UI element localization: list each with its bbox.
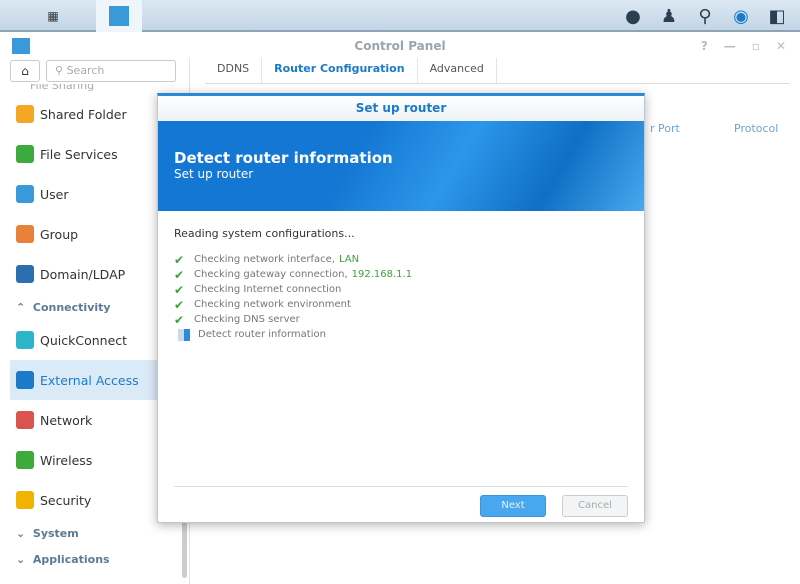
close-button[interactable]: ✕ <box>776 34 786 58</box>
sidebar-item-label: User <box>40 186 69 202</box>
user-icon <box>16 185 34 203</box>
quickconnect-icon <box>16 331 34 349</box>
desktop-icon[interactable]: ◧ <box>764 6 790 27</box>
sidebar-item-label: QuickConnect <box>40 332 128 348</box>
step-value: LAN <box>338 254 360 265</box>
section-system[interactable]: ⌄ System <box>0 520 189 546</box>
domain-ldap-icon <box>16 265 34 283</box>
group-icon <box>16 225 34 243</box>
dialog-subheading: Set up router <box>174 167 254 181</box>
step-text: Checking DNS server <box>194 314 300 325</box>
loading-icon <box>178 328 190 341</box>
column-port[interactable]: r Port <box>650 122 680 135</box>
security-icon <box>16 491 34 509</box>
step-text: Checking Internet connection <box>194 284 342 295</box>
next-button[interactable]: Next <box>480 495 546 517</box>
sidebar-item-label: Group <box>40 226 79 242</box>
external-access-icon <box>16 371 34 389</box>
section-applications[interactable]: ⌄ Applications <box>0 546 189 572</box>
step-text: Checking gateway connection, <box>194 269 348 280</box>
step-item: ✔ Checking network interface, LAN <box>174 252 628 267</box>
sidebar-item-label: Network <box>40 412 93 428</box>
maximize-button[interactable]: ▫ <box>752 34 760 58</box>
setup-router-dialog: Set up router Detect router information … <box>157 93 645 523</box>
window-title: Control Panel <box>354 39 446 53</box>
sidebar-item-label: External Access <box>40 372 139 388</box>
check-icon: ✔ <box>174 267 185 282</box>
main-menu-icon[interactable]: ▦ <box>30 0 76 32</box>
tab-router-configuration[interactable]: Router Configuration <box>262 58 418 83</box>
notification-icon[interactable]: ● <box>620 6 646 27</box>
cancel-button[interactable]: Cancel <box>562 495 628 517</box>
step-text: Detect router information <box>198 329 326 340</box>
step-item: ✔ Checking Internet connection <box>174 282 628 297</box>
step-text: Checking network environment <box>194 299 351 310</box>
step-text: Checking network interface, <box>194 254 335 265</box>
network-icon <box>16 411 34 429</box>
step-item: ✔ Checking network environment <box>174 297 628 312</box>
home-button[interactable]: ⌂ <box>10 60 40 82</box>
check-icon: ✔ <box>174 297 185 312</box>
shared-folder-icon <box>16 105 34 123</box>
tab-bar: DDNS Router Configuration Advanced <box>205 58 790 84</box>
search-input[interactable]: ⚲ Search <box>46 60 176 82</box>
dialog-title: Set up router <box>158 96 644 121</box>
sidebar-item-label: File Services <box>40 146 118 162</box>
step-item: ✔ Checking gateway connection, 192.168.1.1 <box>174 267 628 282</box>
step-item: Detect router information <box>174 327 628 342</box>
sidebar-item-label: Wireless <box>40 452 93 468</box>
sidebar-item-label: Security <box>40 492 92 508</box>
tab-advanced[interactable]: Advanced <box>418 58 497 83</box>
window-titlebar: Control Panel ? — ▫ ✕ <box>0 34 800 58</box>
column-protocol[interactable]: Protocol <box>734 122 778 135</box>
dialog-banner: Detect router information Set up router <box>158 121 644 211</box>
file-services-icon <box>16 145 34 163</box>
tab-ddns[interactable]: DDNS <box>205 58 263 83</box>
check-icon: ✔ <box>174 252 185 267</box>
dialog-heading: Detect router information <box>174 149 393 167</box>
widgets-icon[interactable]: ◉ <box>728 6 754 27</box>
check-icon: ✔ <box>174 282 185 297</box>
minimize-button[interactable]: — <box>724 34 736 58</box>
control-panel-taskbar-icon[interactable] <box>96 0 142 32</box>
search-icon[interactable]: ⚲ <box>692 6 718 27</box>
app-icon <box>12 38 30 54</box>
step-item: ✔ Checking DNS server <box>174 312 628 327</box>
wireless-icon <box>16 451 34 469</box>
sidebar-item-label: Domain/LDAP <box>40 266 126 282</box>
sidebar-item-label: Shared Folder <box>40 106 127 122</box>
taskbar: ▦ ● ♟ ⚲ ◉ ◧ <box>0 0 800 32</box>
step-value: 192.168.1.1 <box>351 269 413 280</box>
user-icon[interactable]: ♟ <box>656 6 682 27</box>
help-button[interactable]: ? <box>701 34 708 58</box>
status-lead: Reading system configurations... <box>174 227 355 240</box>
check-icon: ✔ <box>174 312 185 327</box>
